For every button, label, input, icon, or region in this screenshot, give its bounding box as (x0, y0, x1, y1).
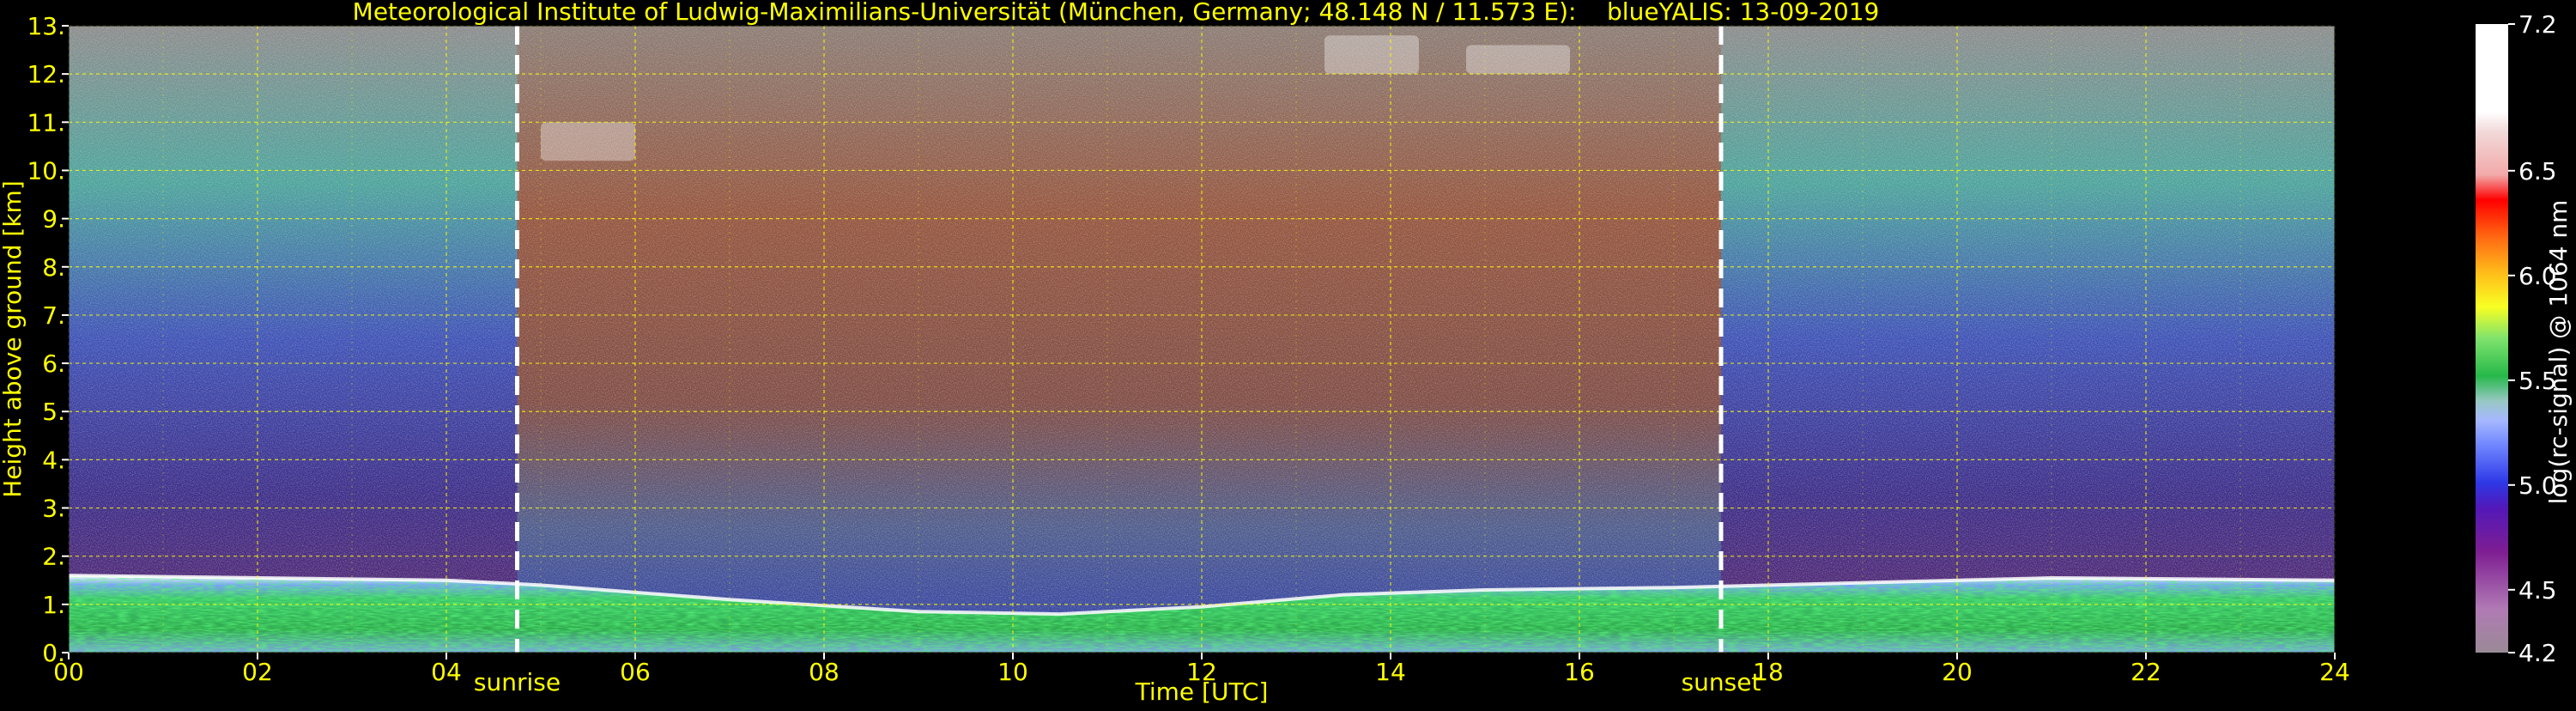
x-tick-label: 10 (997, 658, 1028, 686)
colorbar-tick-label: 7.2 (2518, 10, 2557, 39)
y-tick-label: 10. (27, 156, 65, 185)
x-tick-label: 24 (2319, 658, 2350, 686)
y-tick-label: 6. (42, 349, 65, 378)
colorbar-label: log(rc-signal) @ 1064 nm (2544, 200, 2573, 505)
x-tick-label: 02 (242, 658, 273, 686)
sunset-label: sunset (1682, 668, 1761, 696)
x-axis-label: Time [UTC] (1135, 678, 1269, 706)
lidar-chart: sunrise sunset 00 02 04 06 08 10 12 14 16 18 20 22 24… (0, 0, 2576, 708)
y-tick-label: 1. (42, 591, 65, 619)
cloud-feature (541, 122, 635, 161)
x-tick-label: 04 (431, 658, 462, 686)
y-tick-label: 4. (42, 446, 65, 474)
y-tick-label: 13. (27, 12, 65, 40)
x-tick-label: 16 (1564, 658, 1595, 686)
y-tick-label: 5. (42, 398, 65, 426)
y-tick-labels: 0. 1. 2. 3. 4. 5. 6. 7. 8. 9. 10. 11. 12. 13. (27, 12, 69, 667)
y-tick-label: 9. (42, 205, 65, 234)
y-tick-label: 12. (27, 60, 65, 88)
y-tick-label: 2. (42, 543, 65, 571)
colorbar-gradient (2476, 24, 2508, 653)
colorbar-tick-label: 4.2 (2518, 639, 2557, 667)
x-tick-label: 08 (809, 658, 839, 686)
x-tick-label: 22 (2131, 658, 2161, 686)
colorbar: 4.24.55.05.56.06.57.2 log(rc-signal) @ 1… (2476, 10, 2573, 667)
y-tick-label: 7. (42, 301, 65, 330)
colorbar-tick-label: 6.5 (2518, 157, 2557, 185)
sunrise-label: sunrise (474, 668, 561, 696)
y-tick-label: 0. (42, 639, 65, 667)
signal-noise (69, 26, 2335, 653)
x-tick-label: 20 (1942, 658, 1973, 686)
x-tick-label: 06 (620, 658, 651, 686)
x-tick-label: 14 (1375, 658, 1406, 686)
chart-title: Meteorological Institute of Ludwig-Maxim… (353, 0, 1880, 26)
y-tick-label: 3. (42, 495, 65, 523)
cloud-feature (1466, 45, 1570, 75)
y-tick-label: 11. (27, 108, 65, 137)
y-axis-label: Height above ground [km] (0, 180, 27, 498)
colorbar-tick-label: 4.5 (2518, 576, 2557, 605)
lidar-signal-field (68, 26, 2336, 653)
y-tick-label: 8. (42, 253, 65, 282)
x-tick-label: 18 (1753, 658, 1784, 686)
cloud-feature (1324, 35, 1419, 75)
